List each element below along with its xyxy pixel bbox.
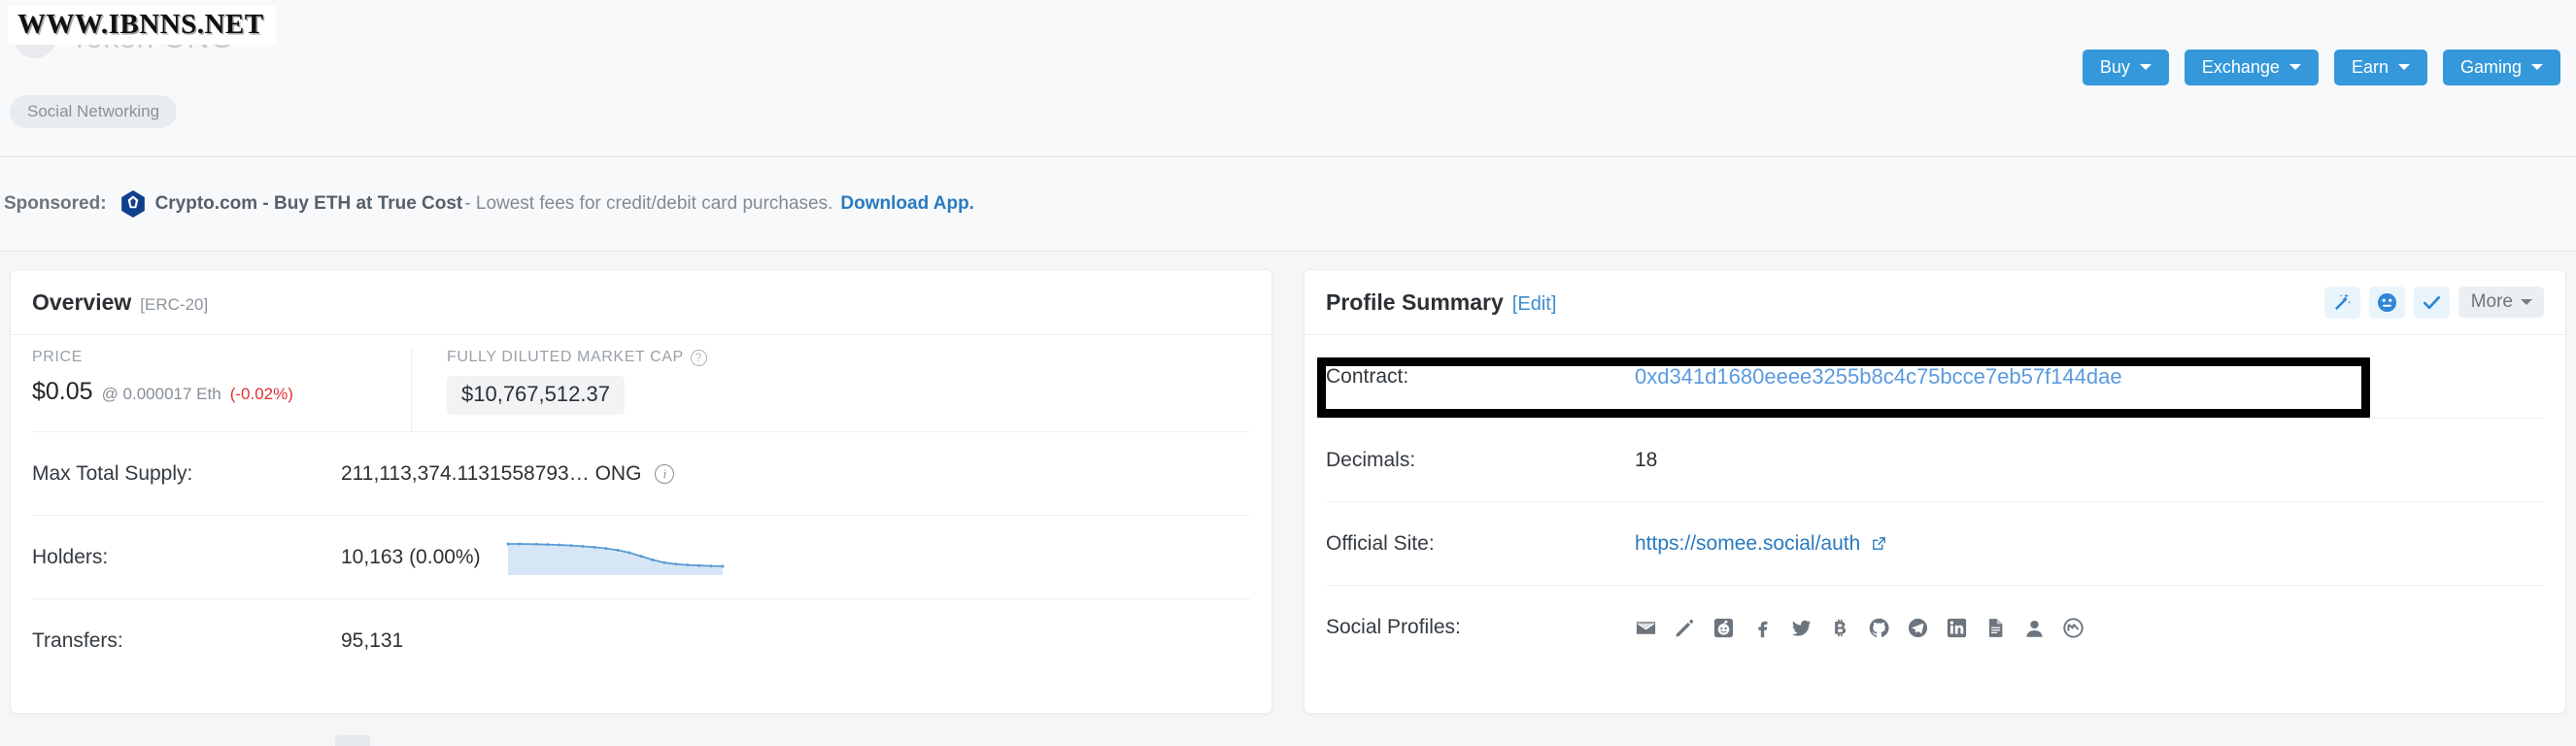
exchange-button[interactable]: Exchange: [2184, 50, 2319, 85]
social-profiles-row: Social Profiles:: [1326, 586, 2544, 669]
decimals-row: Decimals: 18: [1326, 419, 2544, 502]
external-link-icon[interactable]: [1871, 535, 1887, 552]
bitcointalk-icon[interactable]: [1829, 617, 1851, 639]
chevron-down-icon: [2288, 64, 2301, 70]
gaming-button[interactable]: Gaming: [2442, 50, 2560, 85]
github-icon[interactable]: [1868, 617, 1890, 639]
price-value-group: $0.05 @ 0.000017 Eth (-0.02%): [32, 378, 401, 406]
transfers-label: Transfers:: [32, 629, 123, 652]
price-label: PRICE: [32, 349, 83, 365]
edit-link[interactable]: [Edit]: [1512, 293, 1557, 316]
market-cap-value: $10,767,512.37: [447, 376, 625, 415]
holders-value-group: 10,163 (0.00%): [341, 536, 725, 579]
whitepaper-icon[interactable]: [1984, 617, 2007, 639]
profile-summary-title: Profile Summary: [1326, 288, 1504, 315]
price-value: $0.05: [32, 378, 93, 405]
check-icon[interactable]: [2413, 286, 2450, 319]
earn-button[interactable]: Earn: [2333, 50, 2427, 85]
site-watermark: WWW.IBNNS.NET: [8, 6, 276, 45]
overview-title: Overview: [32, 288, 132, 315]
profile-summary-card: Profile Summary [Edit] More Contract: 0x…: [1304, 269, 2566, 714]
page-header: Token ONG WWW.IBNNS.NET Social Networkin…: [0, 0, 2576, 155]
official-site-link[interactable]: https://somee.social/auth: [1635, 532, 1860, 556]
max-total-supply-value: 211,113,374.1131558793… ONG: [341, 461, 642, 485]
max-total-supply-row: Max Total Supply: 211,113,374.1131558793…: [32, 432, 1250, 516]
header-action-buttons: Buy Exchange Earn Gaming: [2082, 50, 2560, 85]
profile-card-header: Profile Summary [Edit] More: [1305, 270, 2565, 335]
contract-value-group: 0xd341d1680eeee3255b8c4c75bcce7eb57f144d…: [1635, 364, 2122, 390]
social-profiles-value-group: [1635, 617, 2085, 639]
price-column: PRICE $0.05 @ 0.000017 Eth (-0.02%): [32, 349, 411, 431]
chevron-down-icon: [2397, 64, 2410, 70]
gaming-button-label: Gaming: [2459, 57, 2522, 77]
linkedin-icon[interactable]: [1946, 617, 1968, 639]
social-icons-list: [1635, 617, 2085, 639]
telegram-icon[interactable]: [1907, 617, 1929, 639]
holders-value: 10,163 (0.00%): [341, 545, 481, 568]
coinmarketcap-icon[interactable]: [2062, 617, 2085, 639]
chevron-down-icon: [2139, 64, 2152, 70]
official-site-value-group: https://somee.social/auth: [1635, 532, 1887, 556]
reddit-icon[interactable]: [1712, 617, 1735, 639]
download-app-link[interactable]: Download App.: [840, 193, 974, 215]
market-cap-column: FULLY DILUTED MARKET CAP ? $10,767,512.3…: [411, 349, 717, 431]
market-cap-label-group: FULLY DILUTED MARKET CAP ?: [447, 349, 707, 366]
transfers-row: Transfers: 95,131: [32, 599, 1250, 683]
chevron-down-icon: [2521, 298, 2532, 305]
help-question-icon[interactable]: ?: [690, 349, 707, 366]
sponsored-brand-link[interactable]: Crypto.com - Buy ETH at True Cost: [155, 193, 463, 215]
overview-card: Overview [ERC-20] PRICE $0.05 @ 0.000017…: [10, 269, 1272, 714]
page-bottom-element: [335, 735, 370, 746]
market-cap-label: FULLY DILUTED MARKET CAP: [447, 349, 684, 365]
face-circle-icon[interactable]: [2368, 286, 2405, 319]
overview-price-row: PRICE $0.05 @ 0.000017 Eth (-0.02%) FULL…: [32, 335, 1250, 432]
sponsored-label: Sponsored:: [4, 193, 107, 214]
info-icon[interactable]: i: [655, 463, 675, 484]
overview-title-group: Overview [ERC-20]: [32, 289, 208, 316]
decimals-value: 18: [1635, 448, 1658, 471]
holders-row: Holders: 10,163 (0.00%): [32, 516, 1250, 599]
contract-address-link[interactable]: 0xd341d1680eeee3255b8c4c75bcce7eb57f144d…: [1635, 364, 2122, 390]
price-eth-value: @ 0.000017 Eth: [101, 385, 221, 403]
profile-title-group: Profile Summary [Edit]: [1326, 289, 1556, 316]
price-change: (-0.02%): [229, 385, 293, 403]
buy-button[interactable]: Buy: [2082, 50, 2169, 85]
cryptocom-logo-icon: [120, 190, 145, 218]
sponsored-divider: [0, 251, 2576, 252]
more-button[interactable]: More: [2457, 287, 2544, 318]
magic-wand-icon[interactable]: [2323, 286, 2360, 319]
decimals-label: Decimals:: [1326, 448, 1416, 471]
exchange-button-label: Exchange: [2201, 57, 2280, 77]
twitter-icon[interactable]: [1790, 617, 1813, 639]
transfers-value: 95,131: [341, 629, 404, 652]
more-button-label: More: [2470, 291, 2513, 312]
profile-header-actions: More: [2323, 286, 2544, 319]
sponsored-description: - Lowest fees for credit/debit card purc…: [464, 193, 833, 214]
sponsored-banner: Sponsored: Crypto.com - Buy ETH at True …: [0, 157, 2576, 251]
official-site-label: Official Site:: [1326, 531, 1435, 555]
contract-label: Contract:: [1326, 364, 1409, 388]
contract-row: Contract: 0xd341d1680eeee3255b8c4c75bcce…: [1326, 335, 2544, 419]
buy-button-label: Buy: [2099, 57, 2130, 77]
blog-pencil-icon[interactable]: [1674, 617, 1696, 639]
social-profiles-label: Social Profiles:: [1326, 616, 1461, 638]
chevron-down-icon: [2531, 64, 2543, 70]
email-icon[interactable]: [1635, 617, 1657, 639]
official-site-row: Official Site: https://somee.social/auth: [1326, 502, 2544, 586]
token-category-tag: Social Networking: [10, 95, 178, 128]
overview-token-standard: [ERC-20]: [140, 294, 209, 314]
holders-label: Holders:: [32, 545, 109, 568]
max-total-supply-label: Max Total Supply:: [32, 461, 193, 485]
overview-card-header: Overview [ERC-20]: [11, 270, 1271, 335]
facebook-icon[interactable]: [1751, 617, 1774, 639]
max-total-supply-value-group: 211,113,374.1131558793… ONG i: [341, 461, 675, 486]
support-icon[interactable]: [2023, 617, 2046, 639]
earn-button-label: Earn: [2351, 57, 2389, 77]
holders-sparkline-chart: [506, 542, 725, 575]
